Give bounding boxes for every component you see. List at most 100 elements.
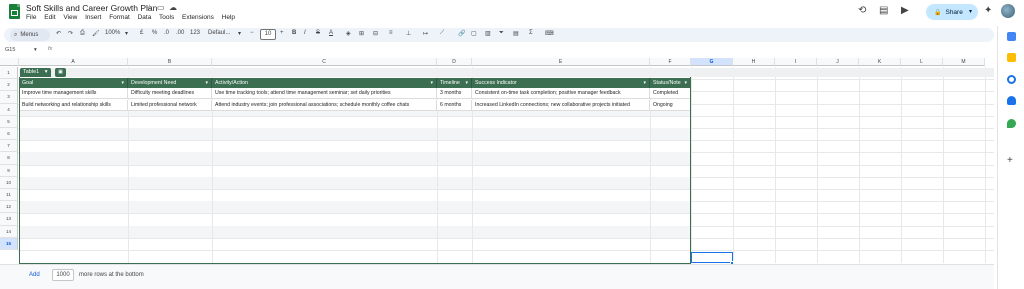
table-header-4[interactable]: Timeline ▾ — [437, 78, 472, 88]
column-header-d[interactable]: D — [437, 58, 472, 66]
table-header-3[interactable]: Activity/Action ▾ — [212, 78, 437, 88]
rows-count-input[interactable]: 1000 — [52, 269, 74, 281]
row-header-10[interactable]: 10 — [0, 176, 18, 189]
share-button[interactable]: 🔒 Share ▾ — [926, 4, 978, 20]
gemini-icon[interactable]: ✦ — [984, 5, 992, 16]
row-header-8[interactable]: 8 — [0, 152, 18, 165]
column-header-f[interactable]: F — [650, 58, 691, 66]
table-cell[interactable]: Improve time management skills — [19, 88, 128, 100]
number-format[interactable]: 123 — [190, 30, 200, 36]
redo-icon[interactable]: ↷ — [68, 30, 73, 37]
table-cell[interactable]: Difficulty meeting deadlines — [128, 88, 212, 100]
keep-icon[interactable] — [1007, 53, 1016, 62]
table-cell[interactable]: Attend industry events; join professiona… — [212, 100, 437, 112]
table-cell[interactable]: Consistent on-time task completion; posi… — [472, 88, 650, 100]
meet-icon[interactable]: ▶ — [901, 5, 909, 16]
contacts-icon[interactable] — [1007, 96, 1016, 105]
column-header-k[interactable]: K — [859, 58, 901, 66]
column-menu-chevron-down-icon[interactable]: ▾ — [643, 78, 646, 88]
comments-icon[interactable]: ▤ — [879, 5, 888, 16]
borders-icon[interactable]: ⊞ — [359, 30, 364, 37]
column-header-m[interactable]: M — [943, 58, 985, 66]
column-menu-chevron-down-icon[interactable]: ▾ — [430, 78, 433, 88]
column-menu-chevron-down-icon[interactable]: ▾ — [684, 78, 687, 88]
zoom-chevron-down-icon[interactable]: ▾ — [125, 30, 128, 37]
selected-cell[interactable] — [691, 252, 733, 263]
spreadsheet-grid[interactable]: ABCDEFGHIJKLM 1 2 3 4 5 6 7 8 9 10 11 12 13 14 15 Tabl… — [0, 58, 994, 264]
menu-extensions[interactable]: Extensions — [182, 14, 214, 21]
select-all-corner[interactable] — [0, 58, 19, 66]
paint-format-icon[interactable]: 🖌 — [92, 30, 100, 37]
table-header-5[interactable]: Success Indicator ▾ — [472, 78, 650, 88]
row-header-6[interactable]: 6 — [0, 128, 18, 141]
strikethrough-icon[interactable]: S — [316, 30, 320, 36]
menu-view[interactable]: View — [63, 14, 77, 21]
print-icon[interactable]: ⎙ — [80, 30, 85, 37]
row-header-5[interactable]: 5 — [0, 115, 18, 128]
move-folder-icon[interactable]: ▭ — [157, 3, 165, 12]
currency-format[interactable]: £ — [140, 30, 143, 36]
share-caret-icon[interactable]: ▾ — [969, 8, 972, 15]
column-header-h[interactable]: H — [733, 58, 775, 66]
merge-cells-icon[interactable]: ⊟ — [373, 30, 378, 37]
history-icon[interactable]: ⟲ — [858, 5, 866, 16]
horizontal-align-icon[interactable]: ≡ — [389, 30, 393, 36]
menu-help[interactable]: Help — [222, 14, 235, 21]
column-header-l[interactable]: L — [901, 58, 943, 66]
functions-icon[interactable]: Σ — [529, 30, 533, 36]
row-header-11[interactable]: 11 — [0, 189, 18, 202]
input-tools-icon[interactable]: ⌨ — [545, 30, 554, 37]
menu-tools[interactable]: Tools — [159, 14, 174, 21]
bold-icon[interactable]: B — [292, 30, 296, 36]
menus-search[interactable]: ⌕ Menus — [10, 29, 50, 41]
row-header-15[interactable]: 15 — [0, 237, 18, 250]
menu-format[interactable]: Format — [109, 14, 130, 21]
table-header-2[interactable]: Development Need ▾ — [128, 78, 212, 88]
insert-link-icon[interactable]: 🔗 — [458, 30, 465, 37]
menu-edit[interactable]: Edit — [44, 14, 55, 21]
table-header-6[interactable]: Status/Note ▾ — [650, 78, 691, 88]
row-header-3[interactable]: 3 — [0, 91, 18, 104]
table-menu-icon[interactable]: ▣ — [55, 68, 66, 77]
row-header-9[interactable]: 9 — [0, 164, 18, 177]
increase-decimal[interactable]: .00 — [176, 30, 184, 36]
vertical-align-icon[interactable]: ⊥ — [406, 30, 411, 37]
get-addons-icon[interactable]: + — [1007, 155, 1013, 166]
percent-format[interactable]: % — [152, 30, 157, 36]
font-size-input[interactable]: 10 — [260, 29, 276, 40]
row-header-12[interactable]: 12 — [0, 201, 18, 214]
row-header-7[interactable]: 7 — [0, 140, 18, 153]
insert-comment-icon[interactable]: ▢ — [471, 30, 477, 37]
row-header-4[interactable]: 4 — [0, 103, 18, 116]
font-chevron-down-icon[interactable]: ▾ — [238, 30, 241, 37]
table-cell[interactable]: 6 months — [437, 100, 472, 112]
table-cell[interactable]: 3 months — [437, 88, 472, 100]
filter-views-icon[interactable]: ▤ — [513, 30, 519, 37]
document-title[interactable]: Soft Skills and Career Growth Plan — [26, 3, 157, 13]
column-menu-chevron-down-icon[interactable]: ▾ — [465, 78, 468, 88]
row-header-2[interactable]: 2 — [0, 79, 18, 92]
row-header-13[interactable]: 13 — [0, 213, 18, 226]
row-header-14[interactable]: 14 — [0, 225, 18, 238]
font-increase-icon[interactable]: + — [280, 30, 284, 36]
column-header-i[interactable]: I — [775, 58, 817, 66]
column-header-c[interactable]: C — [212, 58, 437, 66]
table-cell[interactable]: Build networking and relationship skills — [19, 100, 128, 112]
avatar[interactable] — [1001, 4, 1015, 18]
add-rows-button[interactable]: Add — [29, 272, 40, 278]
column-header-e[interactable]: E — [472, 58, 650, 66]
table-cell[interactable]: Limited professional network — [128, 100, 212, 112]
filter-icon[interactable]: ⏷ — [499, 30, 504, 37]
sheets-logo-icon[interactable] — [9, 4, 20, 19]
decrease-decimal[interactable]: .0 — [164, 30, 169, 36]
font-decrease-icon[interactable]: − — [250, 30, 254, 36]
column-header-a[interactable]: A — [19, 58, 128, 66]
table-cell[interactable]: Use time tracking tools; attend time man… — [212, 88, 437, 100]
table-header-1[interactable]: Goal ▾ — [19, 78, 128, 88]
row-header-1[interactable]: 1 — [0, 67, 18, 80]
fill-color-icon[interactable]: ◈ — [346, 30, 351, 37]
menu-data[interactable]: Data — [138, 14, 152, 21]
insert-chart-icon[interactable]: ▥ — [485, 30, 491, 37]
text-wrap-icon[interactable]: ↦ — [423, 30, 428, 37]
star-icon[interactable]: ☆ — [146, 3, 153, 12]
